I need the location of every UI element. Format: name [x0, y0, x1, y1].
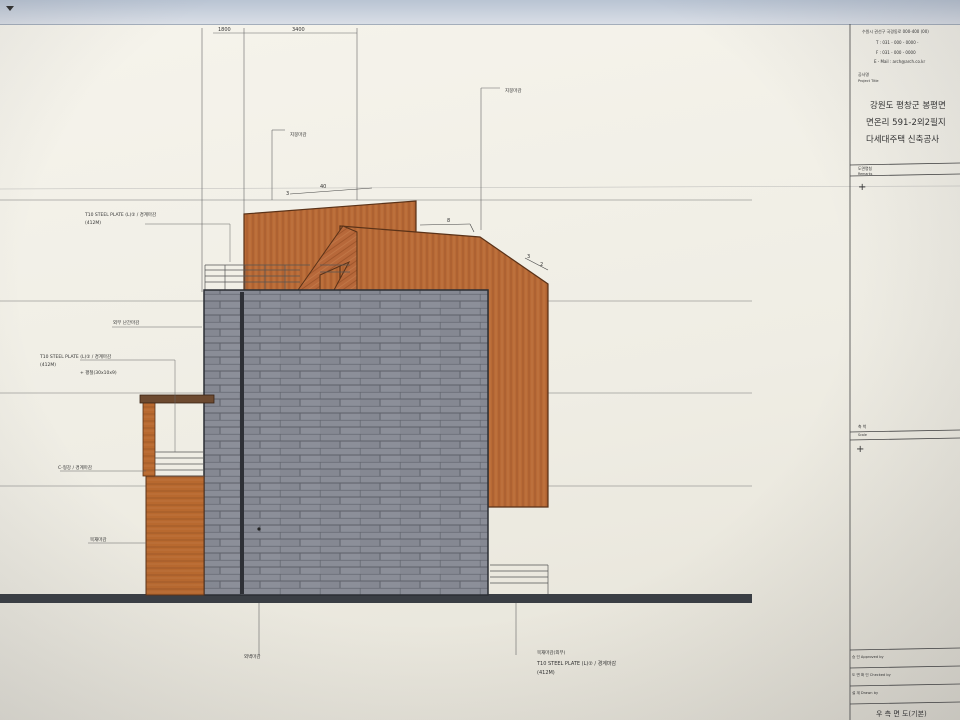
annex-railing [155, 451, 204, 477]
callout-steel-plate-mid: T10 STEEL PLATE (L)② / 경계마감 [39, 353, 111, 360]
tb-project-label: 공사명 [858, 71, 869, 77]
tb-phone: T : 031 - 000 - 0000 - [875, 40, 919, 45]
callout-top-marker: 지붕마감 [290, 131, 307, 138]
tb-project-label-en: Project Title [858, 79, 879, 83]
callout-bottom-left: 외벽마감 [244, 653, 261, 660]
callout-rail: C-형강 / 경계마감 [58, 464, 92, 471]
dimension-3400: 3400 [292, 27, 305, 33]
slope-label: 3 [527, 254, 530, 260]
tb-fax: F : 031 - 000 - 0000 [876, 50, 916, 55]
tb-email: E - Mail : arch@arch.co.kr [874, 59, 925, 64]
tb-checked: 도 면 확 인 Checked by [852, 672, 892, 677]
slope-label: 8 [447, 218, 450, 224]
tb-project-line-3: 다세대주택 신축공사 [866, 134, 939, 145]
callout-bottom-right-head: 목재마감(외부) [537, 649, 566, 656]
dimension-1800: 1800 [218, 27, 231, 33]
annex-canopy [139, 394, 215, 404]
callout-steel-plate-top: T10 STEEL PLATE (L)② / 경계마감 [84, 211, 156, 218]
wall-anchor [257, 527, 261, 531]
cad-screen: 1800 3400 3 40 8 3 2 지붕마감 지붕마감 T10 STEEL… [0, 0, 960, 720]
ground-railing [490, 564, 549, 594]
title-block: + + [849, 24, 960, 720]
tb-plus-1: + [858, 182, 866, 193]
tb-drawn: 설 계 Drawn by [852, 690, 879, 695]
callout-bottom-right-2: (412M) [537, 670, 555, 676]
tb-approved: 승 인 Approved by [852, 654, 885, 659]
slope-label: 3 [286, 191, 289, 197]
slope-label: 2 [540, 262, 543, 268]
slope-label: 40 [320, 184, 326, 190]
tb-scale-label: 축 척 [858, 424, 867, 429]
tb-project-line-1: 강원도 평창군 봉평면 [870, 100, 946, 111]
tb-drawing-label-en: Remarks [858, 172, 873, 176]
callout-steel-plate-top-code: (412M) [85, 220, 101, 226]
tb-project-line-2: 면온리 591-2외2필지 [866, 117, 946, 128]
drain-pipe [240, 292, 244, 594]
masonry-wall [203, 289, 489, 596]
tb-scale-label-en: Scale [858, 433, 867, 437]
callout-steel-plate-mid-code: (412M) [40, 362, 56, 368]
callout-parapet: 외부 난간마감 [113, 319, 139, 326]
callout-wood: 목재마감 [90, 536, 107, 543]
tb-address: 수원시 권선구 국경동로 000-400 (00) [862, 28, 929, 34]
callout-bottom-right-1: T10 STEEL PLATE (L)② / 경계마감 [536, 660, 617, 667]
callout-top-right-marker: 지붕마감 [505, 87, 522, 94]
annex-column [142, 401, 156, 477]
callout-flat-bar: + 평철(30x10x9) [80, 369, 117, 376]
elevation-drawing[interactable]: 1800 3400 3 40 8 3 2 지붕마감 지붕마감 T10 STEEL… [0, 0, 960, 720]
tb-sheet-title: 우 측 면 도(기본) [876, 709, 927, 718]
left-annex-wood [145, 475, 205, 596]
tb-plus-2: + [856, 444, 864, 455]
tb-drawing-label: 도면명칭 [858, 166, 872, 171]
